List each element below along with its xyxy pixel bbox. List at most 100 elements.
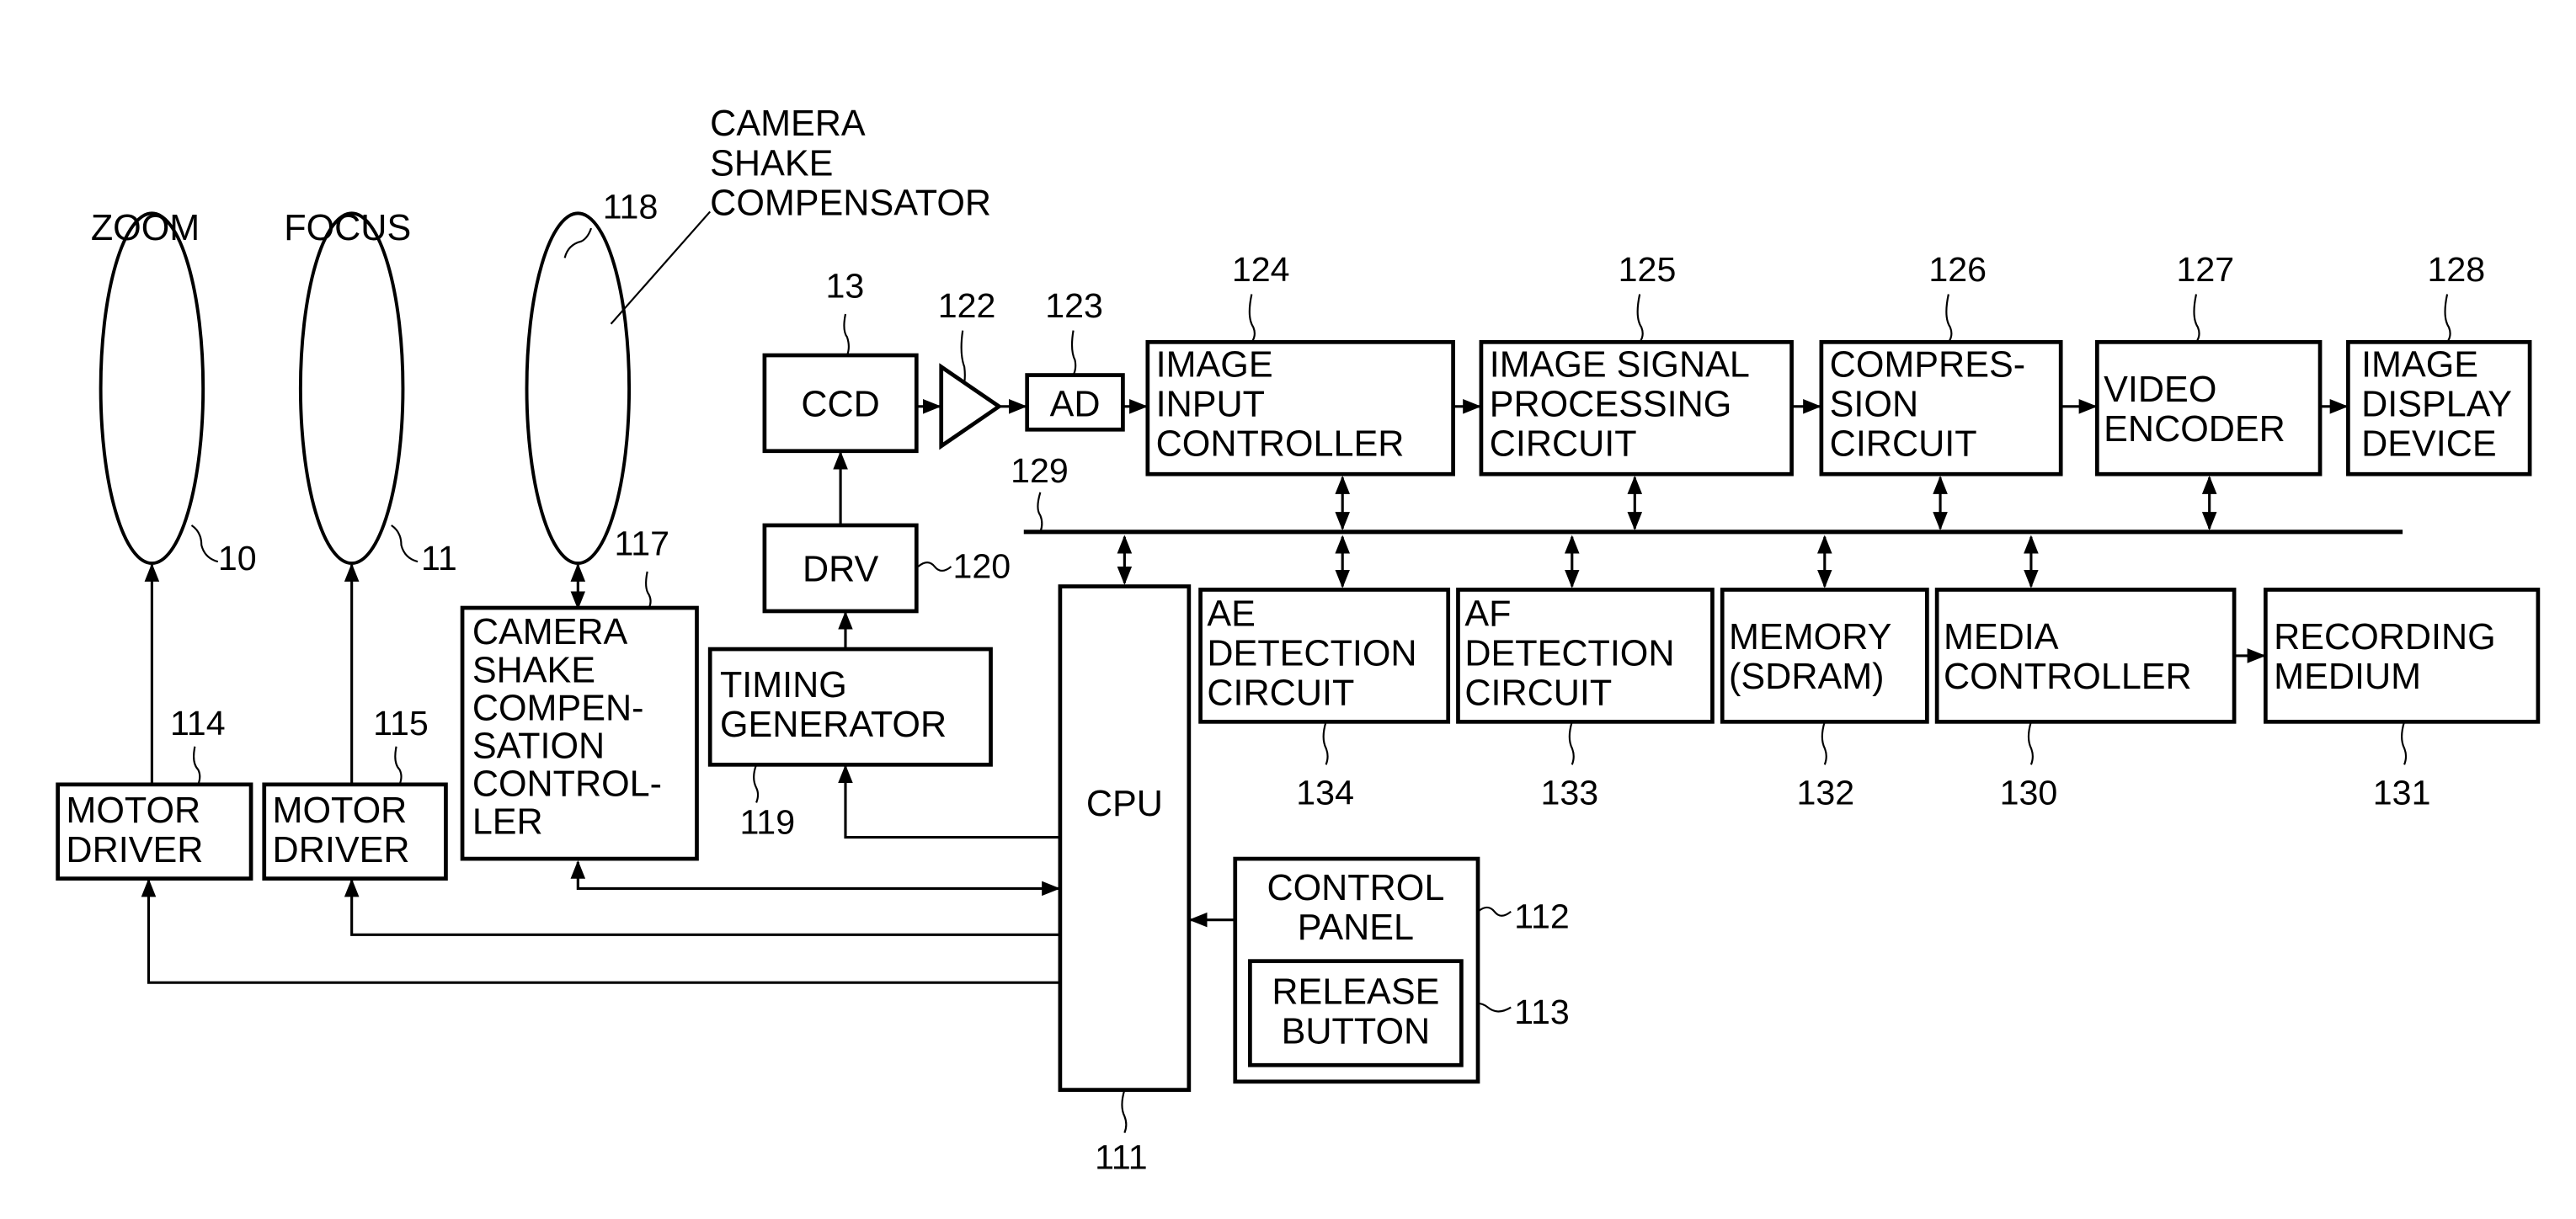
shake-controller-label: COMPEN- (472, 688, 644, 728)
af-detection-leader-line (1568, 721, 1575, 765)
media-controller-ref-label: 130 (2000, 773, 2058, 812)
image-signal-processing-leader-line (1636, 294, 1644, 343)
bus-leader-line (1037, 492, 1043, 533)
media-controller-label: MEDIA (1944, 617, 2059, 657)
ae-detection-ref-label: 134 (1296, 773, 1354, 812)
shake-controller-leader-line (645, 571, 652, 609)
motor-driver-2-label: DRIVER (273, 830, 410, 870)
video-encoder-label: ENCODER (2104, 409, 2285, 450)
compression-ref-label: 126 (1928, 250, 1987, 289)
af-detection-ref-label: 133 (1541, 773, 1599, 812)
recording-medium-ref-label: 131 (2373, 773, 2431, 812)
bus-ref-label: 129 (1011, 451, 1069, 490)
memory-label: (SDRAM) (1729, 657, 1884, 697)
ae-detection-leader-line (1322, 721, 1329, 765)
amplifier-triangle (939, 363, 1003, 450)
af-detection-label: DETECTION (1464, 634, 1674, 674)
recording-medium-label: MEDIUM (2274, 657, 2421, 697)
af-detection-label: AF (1464, 594, 1511, 635)
shake-lens-ref-label: 118 (603, 187, 659, 226)
shake-controller-label: CONTROL- (472, 764, 662, 805)
image-display-leader-line (2444, 294, 2451, 343)
compression-label: COMPRES- (1830, 345, 2025, 386)
image-display-label: DEVICE (2361, 424, 2497, 465)
image-display-label: IMAGE (2361, 345, 2478, 386)
shake-controller-ref-label: 117 (614, 524, 669, 562)
focus-lens-ref-label: 11 (421, 539, 457, 578)
timing-generator-label: TIMING (720, 665, 847, 705)
drv-leader-line (917, 562, 952, 572)
control-panel-label: PANEL (1298, 908, 1414, 948)
image-input-controller-label: CONTROLLER (1156, 424, 1405, 465)
zoom-lens-leader-line (190, 524, 219, 563)
image-signal-processing-label: CIRCUIT (1490, 424, 1637, 465)
shake-lens (525, 211, 632, 566)
video-encoder-leader-line (2193, 294, 2200, 343)
ae-detection-label: AE (1207, 594, 1256, 635)
image-signal-processing-label: IMAGE SIGNAL (1490, 345, 1750, 386)
recording-medium-label: RECORDING (2274, 617, 2496, 657)
compression-label: SION (1830, 385, 1918, 425)
focus-lens (298, 211, 405, 566)
ccd-ref-label: 13 (825, 266, 864, 305)
image-signal-processing-label: PROCESSING (1490, 385, 1732, 425)
motor-driver-2-leader-line (394, 746, 403, 785)
timing-generator-leader-line (753, 764, 760, 803)
control-panel-label: CONTROL (1267, 868, 1444, 908)
media-controller-label: CONTROLLER (1944, 657, 2192, 697)
shake-lens-leader-line (563, 227, 593, 258)
cpu-label: CPU (1086, 784, 1163, 824)
shake-controller-label: LER (472, 802, 543, 843)
drv-label: DRV (803, 550, 879, 590)
cpu-ref-label: 111 (1095, 1138, 1148, 1177)
cpu-leader-line (1121, 1089, 1128, 1134)
memory-label: MEMORY (1729, 617, 1891, 657)
ad-label: AD (1050, 385, 1101, 425)
memory-leader-line (1821, 721, 1827, 765)
ccd-label: CCD (801, 385, 879, 425)
image-signal-processing-ref-label: 125 (1619, 250, 1677, 289)
zoom-lens-ref-label: 10 (218, 539, 257, 578)
motor-driver-1-leader-line (193, 746, 201, 785)
image-input-controller-label: IMAGE (1156, 345, 1273, 386)
shake-controller-label: SHAKE (472, 650, 595, 690)
amplifier-ref-label: 122 (938, 286, 996, 325)
motor-driver-1-ref-label: 114 (170, 704, 226, 743)
compression-label: CIRCUIT (1830, 424, 1977, 465)
cpu-to-motor-driver-1-line (141, 878, 1060, 984)
image-input-controller-ref-label: 124 (1232, 250, 1290, 289)
motor-driver-1-label: DRIVER (66, 830, 203, 870)
release-button-label: RELEASE (1272, 972, 1439, 1013)
release-button-label: BUTTON (1282, 1012, 1431, 1052)
drv-ref-label: 120 (952, 547, 1011, 586)
focus-lens-title: FOCUS (284, 208, 411, 248)
video-encoder-label: VIDEO (2104, 370, 2216, 410)
af-detection-label: CIRCUIT (1464, 673, 1612, 714)
ae-detection-label: DETECTION (1207, 634, 1416, 674)
control-panel-ref-label: 112 (1514, 897, 1570, 935)
motor-driver-2-ref-label: 115 (373, 704, 429, 743)
ad-ref-label: 123 (1045, 286, 1103, 325)
motor-driver-2-label: MOTOR (273, 790, 408, 831)
shake-compensator-label: SHAKE (710, 143, 833, 184)
cpu-shake-controller-line (570, 860, 1061, 897)
zoom-lens-title: ZOOM (91, 208, 200, 248)
camera-block-diagram: ZOOM10FOCUS11118CAMERASHAKECOMPENSATORMO… (56, 104, 2541, 1177)
timing-generator-label: GENERATOR (720, 705, 947, 745)
ccd-leader-line (843, 313, 850, 356)
ad-leader-line (1070, 330, 1077, 376)
media-controller-leader-line (2027, 721, 2034, 765)
image-display-label: DISPLAY (2361, 385, 2512, 425)
shake-controller-label: CAMERA (472, 612, 628, 652)
cpu-block (1058, 584, 1192, 1092)
compression-leader-line (1945, 294, 1953, 343)
image-display-ref-label: 128 (2428, 250, 2486, 289)
ae-detection-label: CIRCUIT (1207, 673, 1354, 714)
shake-controller-label: SATION (472, 726, 605, 766)
timing-generator-ref-label: 119 (739, 803, 795, 842)
shake-compensator-leader-line (610, 210, 711, 325)
cpu-to-timing-generator-line (838, 764, 1060, 839)
motor-driver-1-label: MOTOR (66, 790, 200, 831)
control-panel-leader-line (1477, 906, 1512, 917)
focus-lens-leader-line (391, 524, 419, 563)
